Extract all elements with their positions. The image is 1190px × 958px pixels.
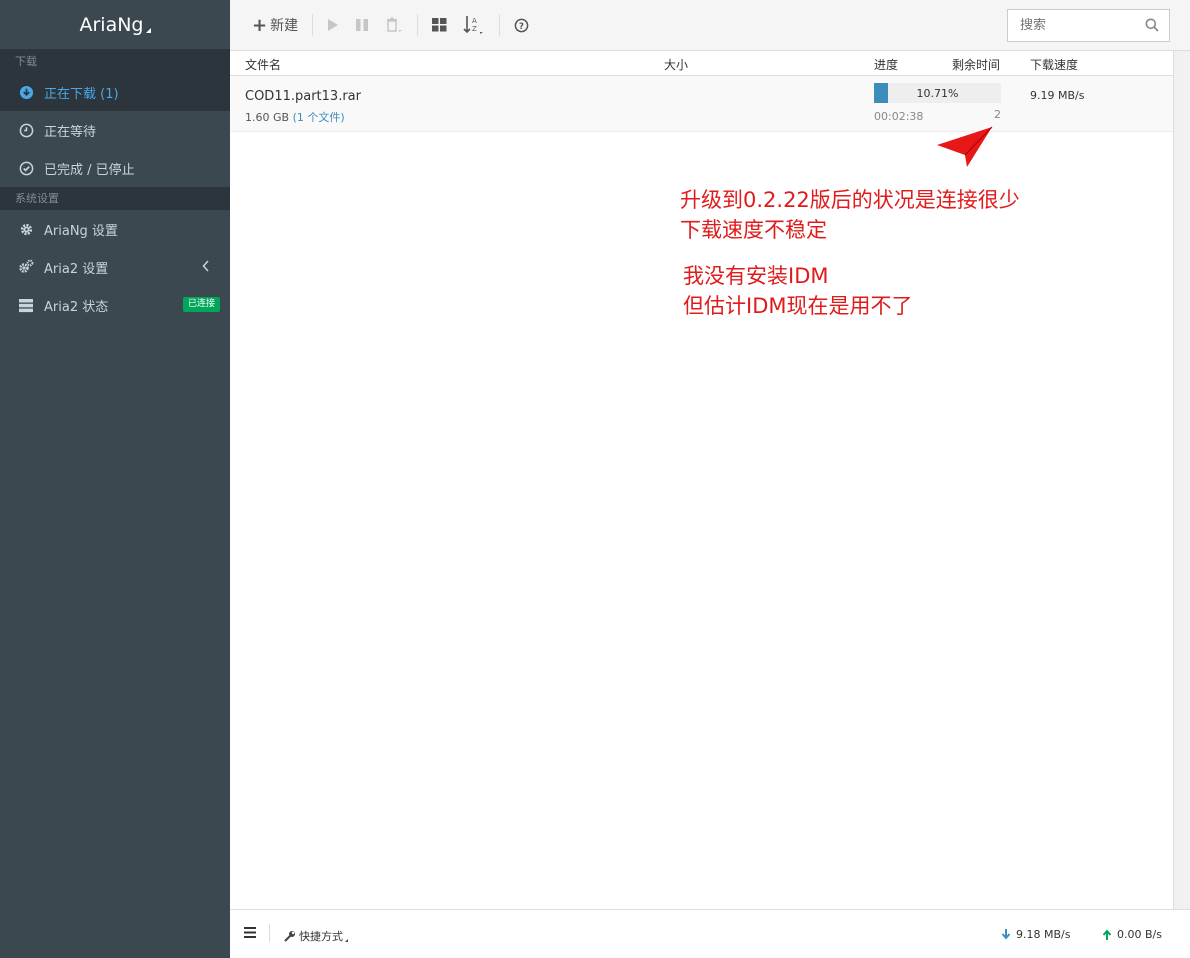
clock-icon (18, 122, 34, 138)
delete-button[interactable] (377, 10, 411, 40)
column-header-speed[interactable]: 下载速度 (1030, 56, 1078, 73)
search-box (1007, 9, 1170, 42)
app-title: AriaNg (79, 13, 144, 36)
search-icon[interactable] (1145, 18, 1159, 36)
play-icon (328, 19, 339, 31)
connections-count: 2 (994, 108, 1001, 121)
column-header-progress[interactable]: 进度 (874, 56, 898, 73)
svg-text:A: A (472, 17, 477, 25)
annotation-text-line: 但估计IDM现在是用不了 (683, 294, 913, 318)
svg-text:?: ? (519, 20, 524, 30)
task-size-value: 1.60 GB (245, 111, 290, 124)
gear-icon (18, 221, 34, 237)
shortcut-button[interactable]: 快捷方式 (284, 928, 348, 944)
remaining-time: 00:02:38 (874, 110, 924, 123)
status-badge: 已连接 (182, 297, 220, 312)
start-button[interactable] (319, 10, 347, 40)
toolbar-divider (417, 14, 419, 36)
sidebar-item-label: Aria2 状态 (44, 299, 109, 315)
sidebar-item-stopped[interactable]: 已完成 / 已停止 (0, 149, 230, 187)
arrow-up-icon (1102, 929, 1112, 940)
chevron-left-icon (202, 260, 210, 276)
sidebar-item-ariang-settings[interactable]: AriaNg 设置 (0, 210, 230, 248)
pause-button[interactable] (347, 10, 377, 40)
sidebar-item-label: AriaNg 设置 (44, 223, 118, 239)
search-input[interactable] (1020, 18, 1135, 33)
new-task-button[interactable]: + 新建 (244, 10, 306, 40)
select-all-button[interactable] (424, 10, 455, 40)
annotation-text-line: 下载速度不稳定 (680, 218, 827, 242)
section-header-settings: 系统设置 (0, 187, 230, 210)
app-logo[interactable]: AriaNg (0, 0, 230, 50)
table-row[interactable]: COD11.part13.rar 1.60 GB (1 个文件) 10.71% … (230, 76, 1173, 132)
shortcut-label: 快捷方式 (299, 930, 343, 943)
pause-icon (356, 19, 369, 31)
sidebar-item-label: 正在等待 (44, 124, 97, 140)
progress-text: 10.71% (916, 87, 959, 100)
annotation-text-line: 升级到0.2.22版后的状况是连接很少 (680, 188, 1020, 212)
sidebar-item-label: 已完成 / 已停止 (44, 162, 135, 178)
task-filename[interactable]: COD11.part13.rar (245, 89, 361, 104)
server-icon (18, 297, 34, 313)
caret-icon (145, 28, 151, 33)
gears-icon (18, 259, 34, 275)
menu-icon (244, 927, 256, 938)
task-size: 1.60 GB (1 个文件) (245, 109, 345, 125)
global-download-speed: 9.18 MB/s (1001, 928, 1070, 941)
arrow-down-icon (1001, 929, 1011, 940)
column-header-name[interactable]: 文件名 (245, 56, 281, 73)
plus-icon: + (252, 14, 268, 36)
svg-text:Z: Z (472, 25, 477, 33)
toolbar-divider (312, 14, 314, 36)
download-speed: 9.19 MB/s (1030, 89, 1085, 102)
help-button[interactable]: ? (506, 10, 537, 40)
annotation-arrow-icon (937, 126, 993, 167)
sidebar-item-label: 正在下载 (1) (44, 86, 119, 102)
annotation-text-line: 我没有安装IDM (683, 264, 829, 288)
global-upload-speed-value: 0.00 B/s (1117, 928, 1162, 941)
sidebar-item-label: Aria2 设置 (44, 261, 109, 277)
vertical-scrollbar[interactable] (1173, 51, 1190, 909)
sort-button[interactable]: AZ (455, 10, 493, 40)
caret-icon (345, 938, 348, 942)
global-upload-speed: 0.00 B/s (1102, 928, 1162, 941)
download-icon (18, 84, 34, 100)
task-list: 文件名 大小 进度 剩余时间 下载速度 COD11.part13.rar 1.6… (230, 51, 1190, 909)
toolbar-divider (499, 14, 501, 36)
table-header: 文件名 大小 进度 剩余时间 下载速度 (230, 51, 1173, 76)
sort-alpha-icon: AZ (463, 16, 484, 34)
sidebar-item-aria2-settings[interactable]: Aria2 设置 (0, 248, 230, 286)
task-files-link[interactable]: (1 个文件) (293, 111, 345, 124)
footer-divider (269, 924, 270, 942)
grid-icon (432, 18, 447, 32)
menu-button[interactable] (244, 927, 256, 938)
new-task-label: 新建 (270, 18, 299, 34)
toolbar: + 新建 AZ ? (230, 0, 1190, 51)
wrench-icon (284, 931, 295, 942)
global-download-speed-value: 9.18 MB/s (1016, 928, 1071, 941)
column-header-size[interactable]: 大小 (664, 56, 688, 73)
sidebar-item-aria2-status[interactable]: Aria2 状态 已连接 (0, 286, 230, 324)
help-icon: ? (514, 18, 529, 32)
progress-bar: 10.71% (874, 83, 1001, 103)
sidebar: AriaNg 下载 正在下载 (1) 正在等待 已完成 / 已停止 系统设置 A… (0, 0, 230, 958)
trash-icon (387, 17, 403, 32)
section-header-download: 下载 (0, 50, 230, 73)
footer: 快捷方式 9.18 MB/s 0.00 B/s (230, 909, 1190, 958)
sidebar-item-waiting[interactable]: 正在等待 (0, 111, 230, 149)
check-circle-icon (18, 160, 34, 176)
column-header-remaining[interactable]: 剩余时间 (952, 56, 1000, 73)
sidebar-item-downloading[interactable]: 正在下载 (1) (0, 73, 230, 111)
